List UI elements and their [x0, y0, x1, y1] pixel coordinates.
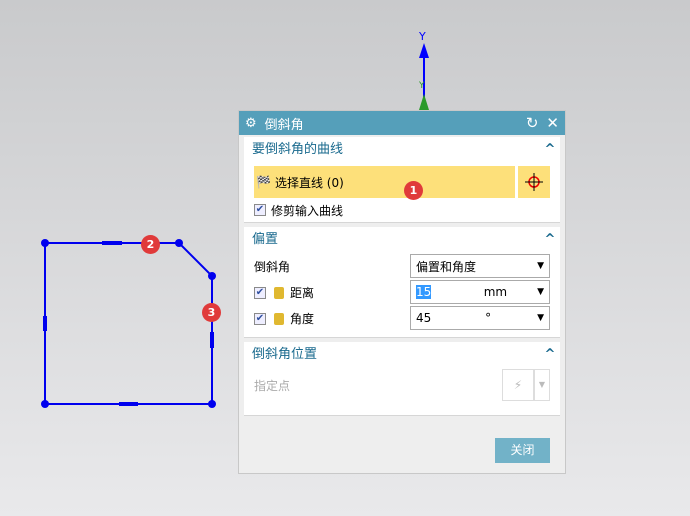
angle-label: 角度: [290, 311, 315, 326]
dropdown-arrow-icon: ▼: [537, 261, 544, 271]
distance-label: 距离: [290, 285, 315, 300]
chamfer-type-select[interactable]: 偏置和角度 ▼: [410, 254, 550, 278]
trim-checkbox[interactable]: ✔: [254, 204, 266, 216]
dialog-title: 倒斜角: [264, 117, 304, 133]
section-title: 要倒斜角的曲线: [252, 142, 344, 157]
distance-checkbox[interactable]: ✔: [254, 287, 266, 299]
step-badge-2: 2: [141, 235, 160, 254]
point-dialog-button[interactable]: ⚡: [502, 369, 534, 401]
lock-icon[interactable]: [274, 313, 284, 325]
dropdown-arrow-icon[interactable]: ▼: [537, 313, 544, 323]
crosshair-icon: [525, 173, 543, 191]
collapse-icon[interactable]: ^: [540, 342, 560, 368]
step-badge-1: 1: [404, 181, 423, 200]
close-icon[interactable]: ✕: [546, 114, 559, 132]
section-offset: 偏置 ^ 倒斜角 偏置和角度 ▼ ✔ 距离 15 mm ▼ ✔ 角度 45 ° ▼: [244, 227, 560, 338]
section-position: 倒斜角位置 ^ 指定点 ⚡ ▼: [244, 342, 560, 416]
dialog-title-bar[interactable]: ⚙ 倒斜角 ↻ ✕: [239, 111, 565, 135]
svg-text:Y: Y: [418, 81, 425, 91]
dropdown-arrow-icon[interactable]: ▼: [537, 287, 544, 297]
collapse-icon[interactable]: ^: [540, 137, 560, 163]
section-curves: 要倒斜角的曲线 ^ 🏁 选择直线 (0) ✔ 修剪输入曲线: [244, 137, 560, 223]
collapse-icon[interactable]: ^: [540, 227, 560, 253]
angle-checkbox[interactable]: ✔: [254, 313, 266, 325]
crosshair-button[interactable]: [518, 166, 550, 198]
flag-icon: 🏁: [256, 175, 271, 189]
distance-input[interactable]: 15 mm ▼: [410, 280, 550, 304]
unit-label: mm: [483, 285, 508, 299]
close-button[interactable]: 关闭: [495, 438, 550, 463]
angle-input[interactable]: 45 ° ▼: [410, 306, 550, 330]
step-badge-3: 3: [202, 303, 221, 322]
svg-text:Y: Y: [418, 30, 426, 43]
y-axis: Y Y: [418, 30, 429, 110]
point-dropdown-arrow-icon[interactable]: ▼: [534, 369, 550, 401]
sketch-profile[interactable]: [41, 239, 216, 408]
chamfer-dialog: ⚙ 倒斜角 ↻ ✕ 要倒斜角的曲线 ^ 🏁 选择直线 (0) ✔ 修剪输入曲线 偏置 ^…: [238, 110, 566, 474]
section-title: 偏置: [252, 232, 279, 247]
reset-icon[interactable]: ↻: [526, 114, 539, 132]
unit-label: °: [485, 311, 492, 325]
chamfer-label: 倒斜角: [254, 259, 291, 274]
lock-icon[interactable]: [274, 287, 284, 299]
gear-icon[interactable]: ⚙: [245, 116, 257, 131]
trim-label: 修剪输入曲线: [271, 203, 344, 218]
point-label: 指定点: [254, 378, 291, 393]
section-title: 倒斜角位置: [252, 347, 318, 362]
select-line-field[interactable]: 🏁 选择直线 (0): [254, 166, 515, 198]
